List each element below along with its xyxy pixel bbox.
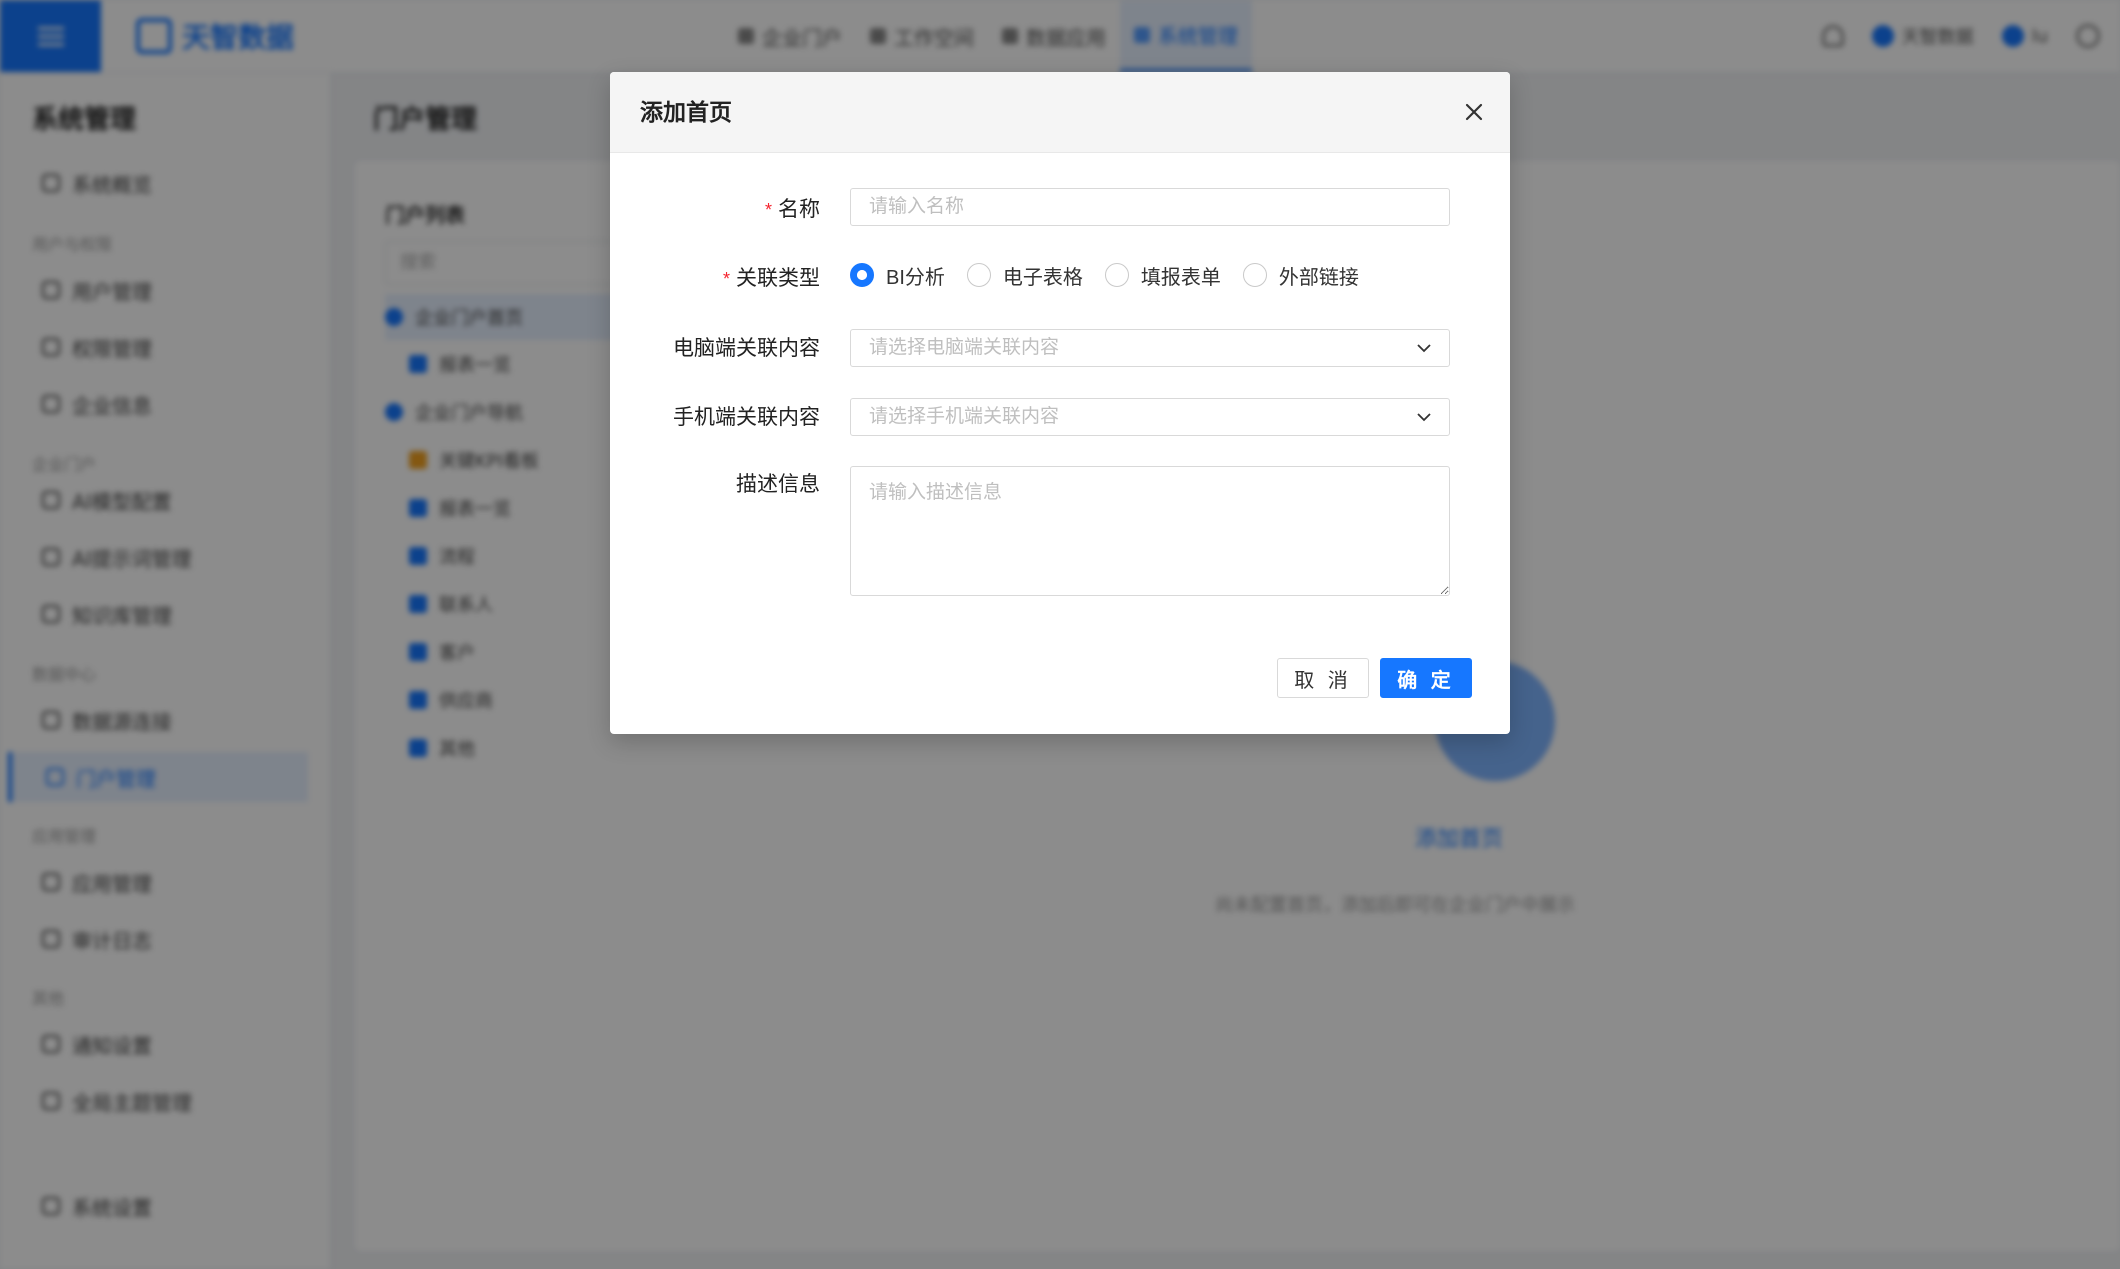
pc-content-select[interactable]: 请选择电脑端关联内容: [850, 329, 1450, 367]
radio-label: 电子表格: [1002, 266, 1083, 289]
radio-label: 填报表单: [1140, 266, 1221, 289]
required-mark: *: [764, 200, 772, 220]
modal-header: 添加首页: [610, 72, 1510, 153]
radio-external-link[interactable]: 外部链接: [1242, 261, 1359, 290]
mobile-content-placeholder: 请选择手机端关联内容: [869, 406, 1060, 427]
radio-unchecked-icon: [1104, 263, 1129, 287]
type-label-text: 关联类型: [736, 267, 820, 290]
radio-spreadsheet[interactable]: 电子表格: [966, 261, 1083, 290]
confirm-button[interactable]: 确 定: [1380, 658, 1472, 698]
name-label: * 名称: [765, 193, 820, 223]
description-label: 描述信息: [736, 473, 820, 496]
name-input[interactable]: [850, 188, 1450, 226]
pc-content-placeholder: 请选择电脑端关联内容: [869, 337, 1060, 358]
pc-content-label: 电脑端关联内容: [673, 337, 820, 360]
required-mark: *: [722, 269, 730, 289]
type-label: * 关联类型: [723, 262, 820, 292]
add-homepage-dialog: 添加首页 * 名称 * 关联类型 BI分析 电子表格 填报表单 外部链接 电脑端关联…: [610, 72, 1510, 734]
radio-fill-form[interactable]: 填报表单: [1104, 261, 1221, 290]
type-radio-group: BI分析 电子表格 填报表单 外部链接: [850, 260, 1381, 290]
radio-label: 外部链接: [1278, 266, 1359, 289]
mobile-content-select[interactable]: 请选择手机端关联内容: [850, 398, 1450, 436]
close-icon[interactable]: [1460, 98, 1488, 126]
name-label-text: 名称: [778, 198, 820, 221]
mobile-content-label: 手机端关联内容: [673, 406, 820, 429]
description-textarea[interactable]: [850, 466, 1450, 596]
radio-unchecked-icon: [1242, 263, 1267, 287]
cancel-button[interactable]: 取 消: [1277, 658, 1369, 698]
radio-label: BI分析: [886, 266, 945, 289]
modal-title: 添加首页: [640, 99, 732, 125]
radio-bi-analysis[interactable]: BI分析: [850, 261, 945, 290]
radio-unchecked-icon: [966, 263, 991, 287]
chevron-down-icon: [1417, 344, 1431, 353]
radio-checked-icon: [850, 263, 874, 287]
chevron-down-icon: [1417, 413, 1431, 422]
